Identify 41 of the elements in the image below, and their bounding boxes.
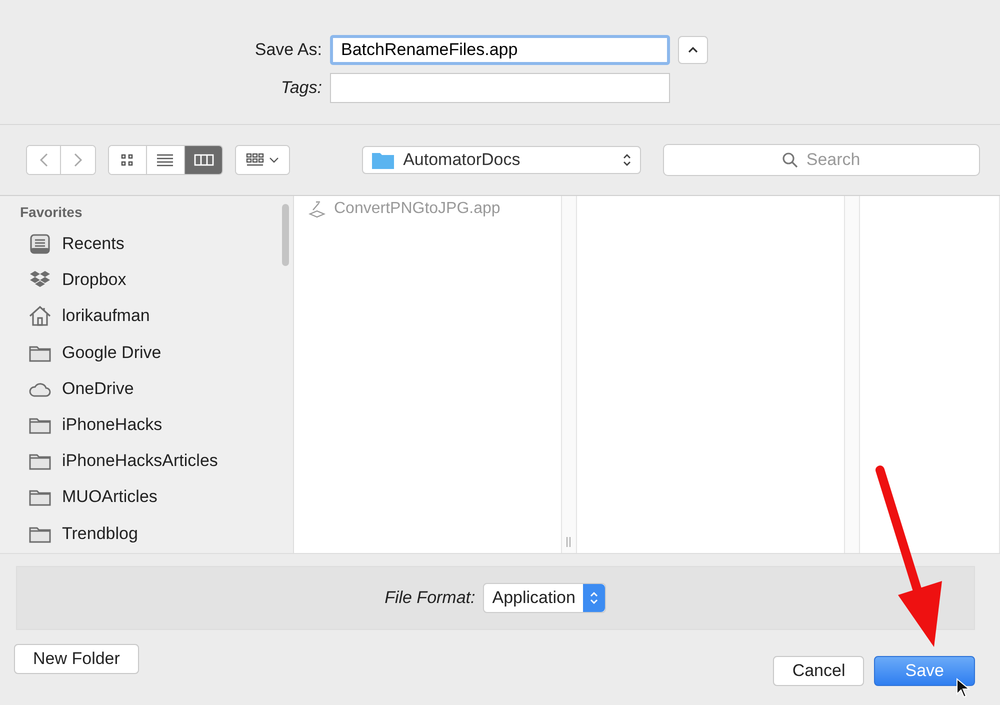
view-mode-control[interactable]	[108, 145, 224, 175]
recents-icon	[28, 232, 52, 256]
tags-label: Tags:	[280, 78, 322, 98]
chevron-up-icon	[687, 46, 699, 54]
grid-view-icon	[120, 153, 134, 167]
sidebar-item[interactable]: Recents	[20, 226, 293, 262]
sidebar-item[interactable]: iPhoneHacks	[20, 406, 293, 444]
file-format-label: File Format:	[384, 588, 476, 608]
arrange-button[interactable]	[236, 146, 290, 174]
columns-view-button[interactable]	[184, 146, 222, 174]
file-format-popup[interactable]: Application	[483, 583, 606, 613]
search-icon	[782, 152, 798, 168]
collapse-button[interactable]	[678, 36, 708, 64]
sidebar-item[interactable]: Trendblog	[20, 516, 293, 552]
grid-caret-icon	[244, 152, 281, 168]
sidebar-heading: Favorites	[20, 204, 84, 220]
sidebar-item[interactable]: MUOArticles	[20, 479, 293, 516]
save-as-field[interactable]: BatchRenameFiles.app	[330, 35, 670, 65]
chevron-left-icon	[38, 152, 49, 168]
sidebar-item[interactable]: OneDrive	[20, 370, 293, 407]
up-down-arrows-icon	[622, 152, 632, 168]
sidebar-item[interactable]: iPhoneHacksArticles	[20, 443, 293, 480]
sidebar-item[interactable]: Dropbox	[20, 262, 293, 298]
tags-field[interactable]	[330, 73, 670, 103]
icons-view-button[interactable]	[108, 146, 147, 174]
folder-icon	[371, 150, 396, 170]
sidebar-item[interactable]: lorikaufman	[20, 298, 293, 335]
chevron-right-icon	[72, 152, 83, 168]
app-icon	[308, 200, 326, 218]
save-as-label: Save As:	[254, 40, 322, 60]
column-resize-handle[interactable]	[566, 537, 571, 547]
cancel-button[interactable]: Cancel	[773, 656, 864, 686]
house-icon	[28, 304, 52, 328]
sidebar-item[interactable]: Google Drive	[20, 334, 293, 371]
location-popup[interactable]: AutomatorDocs	[362, 146, 641, 174]
up-down-arrows-icon	[589, 590, 600, 606]
columns-view-icon	[194, 153, 214, 167]
new-folder-button[interactable]: New Folder	[14, 644, 139, 674]
scrollbar[interactable]	[282, 204, 289, 266]
pointer-cursor-icon	[956, 678, 970, 698]
list-view-icon	[156, 153, 174, 167]
